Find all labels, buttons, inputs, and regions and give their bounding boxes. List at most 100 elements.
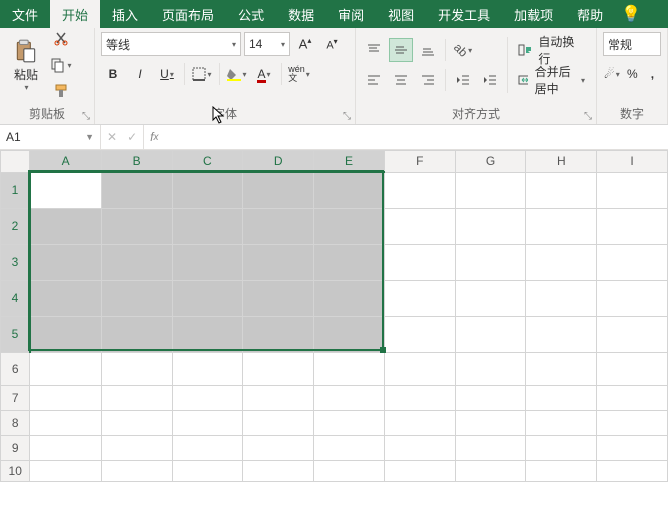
fx-icon[interactable]: fx [144,125,164,149]
cell[interactable] [101,460,172,481]
cell[interactable] [314,280,385,316]
tab-公式[interactable]: 公式 [226,0,276,28]
cell[interactable] [314,352,385,385]
dialog-launcher-icon[interactable]: ⤡ [82,111,90,122]
cell[interactable] [314,172,385,208]
cell[interactable] [384,352,455,385]
cell[interactable] [455,352,526,385]
cell[interactable] [30,385,101,410]
cell[interactable] [384,316,455,352]
formula-input[interactable] [164,125,668,149]
cell[interactable] [101,435,172,460]
cell[interactable] [243,460,314,481]
cell[interactable] [101,208,172,244]
cell[interactable] [243,172,314,208]
row-header[interactable]: 9 [1,435,30,460]
name-box[interactable]: A1▼ [0,125,101,149]
row-header[interactable]: 2 [1,208,30,244]
cell[interactable] [597,410,668,435]
cell[interactable] [526,385,597,410]
cell[interactable] [526,208,597,244]
worksheet-grid[interactable]: ABCDEFGHI12345678910 [0,150,668,521]
percent-button[interactable]: % [624,62,641,86]
cell[interactable] [526,352,597,385]
col-header[interactable]: I [597,151,668,173]
tab-插入[interactable]: 插入 [100,0,150,28]
row-header[interactable]: 6 [1,352,30,385]
cell[interactable] [384,208,455,244]
cell[interactable] [30,352,101,385]
cell[interactable] [101,316,172,352]
cell[interactable] [455,385,526,410]
cell[interactable] [384,385,455,410]
phonetic-button[interactable]: wén文▾ [287,62,311,86]
col-header[interactable]: A [30,151,101,173]
cell[interactable] [314,435,385,460]
cell[interactable] [101,410,172,435]
decrease-indent-button[interactable] [451,68,475,92]
align-right-button[interactable] [416,68,440,92]
cell[interactable] [526,460,597,481]
cell[interactable] [101,280,172,316]
cell[interactable] [597,435,668,460]
col-header[interactable]: C [172,151,243,173]
cell[interactable] [597,352,668,385]
wrap-text-button[interactable]: 自动换行 [513,38,590,62]
row-header[interactable]: 10 [1,460,30,481]
tab-开始[interactable]: 开始 [50,0,100,28]
cell[interactable] [30,460,101,481]
cell[interactable] [455,316,526,352]
cell[interactable] [597,172,668,208]
format-painter-button[interactable] [49,79,73,103]
tab-数据[interactable]: 数据 [276,0,326,28]
paste-button[interactable]: 粘贴 ▾ [6,32,46,98]
increase-indent-button[interactable] [478,68,502,92]
cell[interactable] [101,352,172,385]
cell[interactable] [384,410,455,435]
cell[interactable] [597,460,668,481]
cell[interactable] [172,208,243,244]
cell[interactable] [243,208,314,244]
tell-me-icon[interactable]: 💡 [621,0,641,28]
bold-button[interactable]: B [101,62,125,86]
cell[interactable] [384,244,455,280]
cell[interactable] [172,385,243,410]
cell[interactable] [172,280,243,316]
tab-开发工具[interactable]: 开发工具 [426,0,502,28]
cell[interactable] [384,280,455,316]
cell[interactable] [30,410,101,435]
copy-button[interactable]: ▾ [49,53,73,77]
cell[interactable] [101,172,172,208]
cell[interactable] [314,244,385,280]
comma-button[interactable]: , [644,62,661,86]
currency-button[interactable]: ☄▾ [603,62,621,86]
cell[interactable] [172,352,243,385]
cell[interactable] [314,410,385,435]
cell[interactable] [526,244,597,280]
cell[interactable] [597,316,668,352]
cell[interactable] [526,410,597,435]
cell[interactable] [30,316,101,352]
cell[interactable] [455,244,526,280]
cell[interactable] [172,460,243,481]
col-header[interactable]: H [526,151,597,173]
cell[interactable] [101,244,172,280]
cell[interactable] [30,280,101,316]
cell[interactable] [30,208,101,244]
cell[interactable] [314,460,385,481]
cell[interactable] [597,280,668,316]
tab-审阅[interactable]: 审阅 [326,0,376,28]
cell[interactable] [384,172,455,208]
tab-视图[interactable]: 视图 [376,0,426,28]
cell[interactable] [455,460,526,481]
cell[interactable] [172,435,243,460]
font-color-button[interactable]: A▾ [252,62,276,86]
decrease-font-button[interactable]: A▾ [320,32,344,56]
number-format-combo[interactable]: 常规 [603,32,661,56]
cell[interactable] [314,385,385,410]
col-header[interactable]: E [314,151,385,173]
cell[interactable] [172,244,243,280]
merge-center-button[interactable]: 合并后居中▾ [513,68,590,92]
cell[interactable] [101,385,172,410]
cell[interactable] [243,410,314,435]
